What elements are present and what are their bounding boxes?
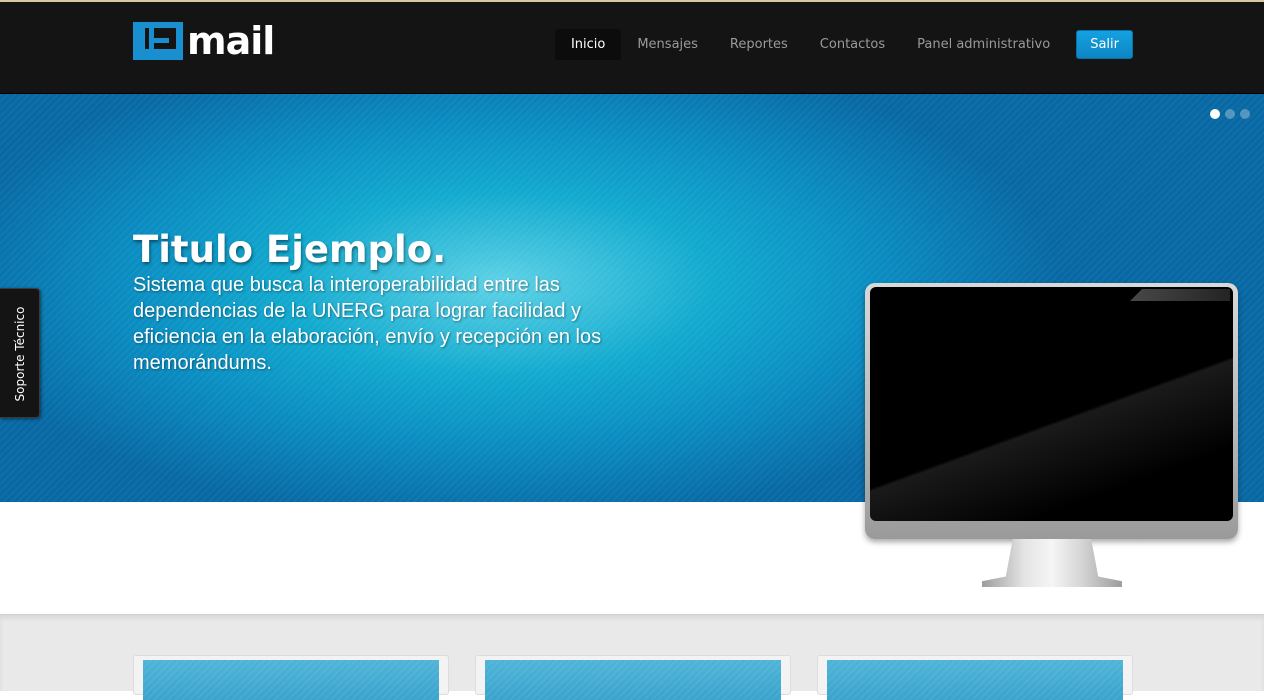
hero-title: Titulo Ejemplo.	[133, 228, 447, 271]
monitor-illustration	[865, 283, 1238, 588]
carousel-dot-1[interactable]	[1210, 109, 1220, 119]
hero-description: Sistema que busca la interoperabilidad e…	[133, 274, 602, 374]
feature-card-1	[133, 655, 449, 700]
site-logo[interactable]: mail	[133, 19, 275, 63]
nav-item-contactos[interactable]: Contactos	[804, 29, 901, 60]
monitor-screen	[870, 287, 1233, 521]
carousel-dot-2[interactable]	[1225, 109, 1235, 119]
monitor-stand	[982, 539, 1122, 587]
feature-card-image	[827, 660, 1123, 700]
feature-card-3	[817, 655, 1133, 700]
logo-text: mail	[187, 19, 275, 63]
main-nav: Inicio Mensajes Reportes Contactos Panel…	[554, 29, 1133, 60]
e-logo-icon	[133, 22, 183, 60]
carousel-dot-3[interactable]	[1240, 109, 1250, 119]
carousel-indicators	[1205, 109, 1250, 119]
monitor-frame	[865, 283, 1238, 539]
feature-card-image	[143, 660, 439, 700]
feature-card-image	[485, 660, 781, 700]
support-tab-label: Soporte Técnico	[13, 306, 27, 402]
top-navbar: mail Inicio Mensajes Reportes Contactos …	[0, 0, 1264, 94]
nav-item-panel-administrativo[interactable]: Panel administrativo	[901, 29, 1066, 60]
nav-item-inicio[interactable]: Inicio	[554, 29, 622, 60]
support-side-tab[interactable]: Soporte Técnico	[0, 288, 40, 418]
nav-item-reportes[interactable]: Reportes	[714, 29, 804, 60]
monitor-glare	[1130, 289, 1230, 301]
logout-button[interactable]: Salir	[1076, 30, 1133, 59]
feature-card-2	[475, 655, 791, 700]
nav-item-mensajes[interactable]: Mensajes	[621, 29, 714, 60]
